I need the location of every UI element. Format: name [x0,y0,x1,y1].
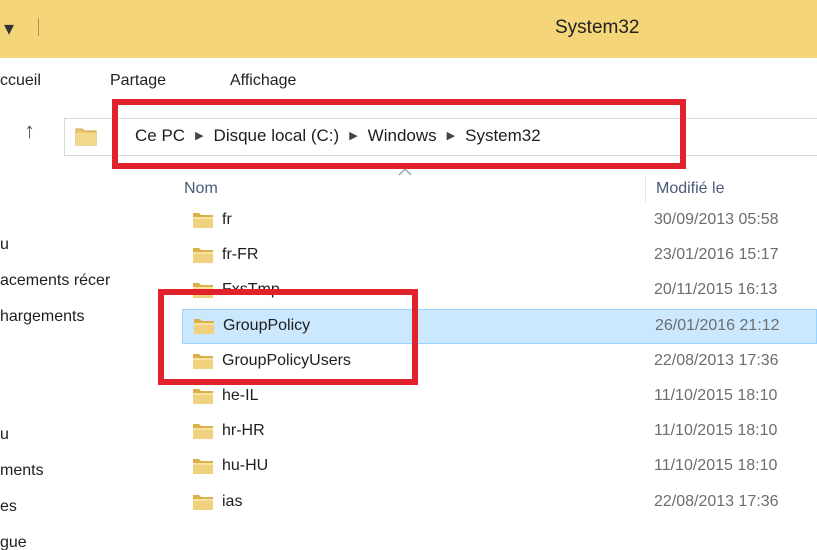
highlight-box-grouppolicy [158,289,418,385]
column-divider[interactable] [645,176,646,202]
file-modified-date: 26/01/2016 21:12 [655,316,780,334]
file-name: fr-FR [222,246,259,264]
table-row[interactable]: ias 22/08/2013 17:36 [152,485,817,520]
title-bar: ▾ System32 [0,0,817,58]
nav-item[interactable]: gue [0,534,27,550]
highlight-box-address [112,99,686,169]
window-title: System32 [555,17,640,38]
column-header-modified[interactable]: Modifié le [656,180,724,198]
sort-up-icon [398,168,412,176]
file-modified-date: 30/09/2013 05:58 [654,211,779,228]
table-row[interactable]: hu-HU 11/10/2015 18:10 [152,449,817,484]
file-name: fr [222,211,232,228]
tab-partage[interactable]: Partage [110,72,166,90]
table-row[interactable]: fr-FR 23/01/2016 15:17 [152,238,817,273]
file-name: he-IL [222,387,259,404]
file-name: hr-HR [222,422,265,440]
file-modified-date: 22/08/2013 17:36 [654,492,779,510]
file-modified-date: 11/10/2015 18:10 [654,422,778,440]
folder-icon [192,387,214,410]
file-name: hu-HU [222,457,269,475]
file-modified-date: 23/01/2016 15:17 [654,246,779,264]
tab-affichage[interactable]: Affichage [230,72,296,90]
nav-item[interactable]: u [0,426,9,444]
nav-item[interactable]: acements récer [0,272,110,290]
table-row[interactable]: hr-HR 11/10/2015 18:10 [152,414,817,449]
file-modified-date: 22/08/2013 17:36 [654,351,779,369]
folder-icon [192,422,214,445]
tab-accueil[interactable]: ccueil [0,72,41,90]
file-modified-date: 11/10/2015 18:10 [654,457,778,475]
column-header-name[interactable]: Nom [184,180,218,198]
folder-icon [192,246,214,269]
folder-icon [192,211,214,234]
folder-icon [192,493,214,516]
navigation-pane: u acements récer hargements u ments es g… [0,164,152,550]
file-name: ias [222,492,243,510]
ribbon: ccueil Partage Affichage [0,58,817,104]
quick-access-dropdown-icon[interactable]: ▾ [4,16,14,41]
up-arrow-icon[interactable]: ↑ [24,118,35,144]
folder-icon [75,126,97,151]
nav-item[interactable]: u [0,236,9,254]
table-row[interactable]: fr 30/09/2013 05:58 [152,203,817,238]
file-modified-date: 11/10/2015 18:10 [654,387,778,404]
title-separator [38,18,39,36]
nav-item[interactable]: hargements [0,308,85,326]
file-modified-date: 20/11/2015 16:13 [654,281,778,299]
nav-item[interactable]: ments [0,462,44,480]
folder-icon [192,457,214,480]
nav-item[interactable]: es [0,498,17,516]
